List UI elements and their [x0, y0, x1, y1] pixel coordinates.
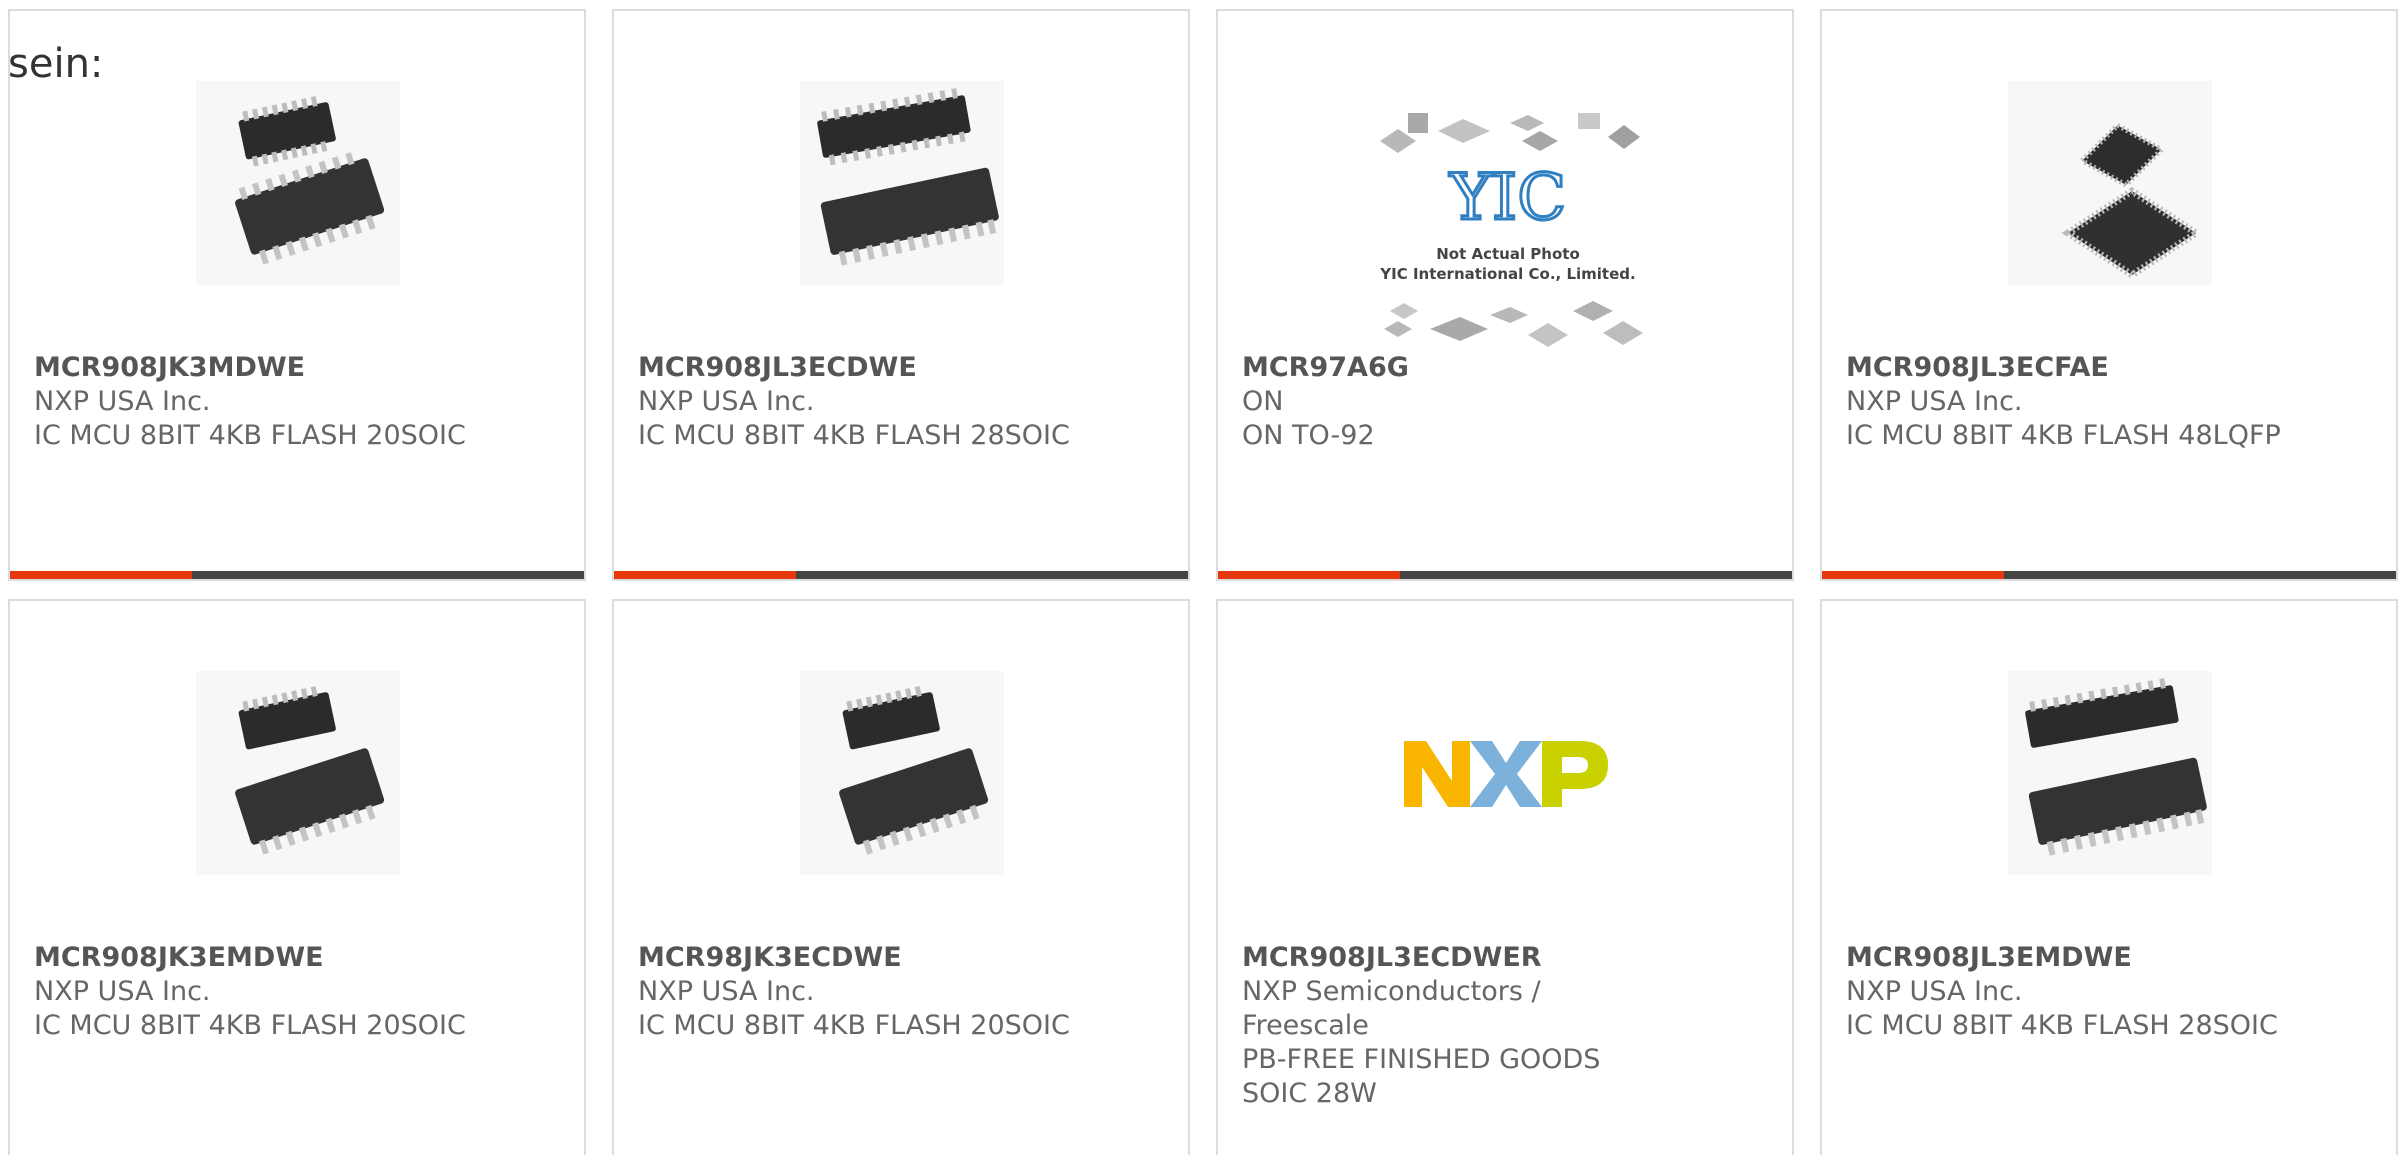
card-bar-accent: [1822, 571, 2004, 579]
product-info: MCR908JK3EMDWE NXP USA Inc. IC MCU 8BIT …: [34, 941, 564, 1043]
soic-chips-icon[interactable]: [196, 671, 400, 875]
product-info: MCR98JK3ECDWE NXP USA Inc. IC MCU 8BIT 4…: [638, 941, 1168, 1043]
nxp-logo-icon[interactable]: [1404, 671, 1608, 875]
part-number-link[interactable]: MCR908JL3EMDWE: [1846, 941, 2376, 975]
placeholder-company: YIC International Co., Limited.: [1379, 265, 1635, 283]
product-card[interactable]: YIC Not Actual Photo YIC International C…: [1216, 9, 1794, 581]
manufacturer: NXP USA Inc.: [638, 386, 815, 417]
product-info: MCR908JL3ECDWE NXP USA Inc. IC MCU 8BIT …: [638, 351, 1168, 453]
manufacturer: NXP USA Inc.: [34, 976, 211, 1007]
description: IC MCU 8BIT 4KB FLASH 48LQFP: [1846, 420, 2281, 451]
product-card[interactable]: MCR908JK3EMDWE NXP USA Inc. IC MCU 8BIT …: [8, 599, 586, 1155]
card-bar-accent: [614, 571, 796, 579]
card-bottom-bar: [1822, 571, 2396, 579]
part-number-link[interactable]: MCR908JL3ECDWER: [1242, 941, 1662, 975]
card-bottom-bar: [614, 571, 1188, 579]
card-bottom-bar: [10, 571, 584, 579]
description: IC MCU 8BIT 4KB FLASH 28SOIC: [638, 420, 1070, 451]
part-number-link[interactable]: MCR97A6G: [1242, 351, 1772, 385]
description: IC MCU 8BIT 4KB FLASH 20SOIC: [638, 1010, 1070, 1041]
manufacturer: NXP USA Inc.: [1846, 386, 2023, 417]
card-bar-accent: [1218, 571, 1400, 579]
product-card[interactable]: MCR98JK3ECDWE NXP USA Inc. IC MCU 8BIT 4…: [612, 599, 1190, 1155]
soic-chips-icon[interactable]: [196, 81, 400, 285]
product-info: MCR908JL3ECDWER NXP Semiconductors / Fre…: [1242, 941, 1662, 1111]
product-card[interactable]: MCR908JL3ECFAE NXP USA Inc. IC MCU 8BIT …: [1820, 9, 2398, 581]
product-info: MCR97A6G ON ON TO-92: [1242, 351, 1772, 453]
manufacturer: NXP USA Inc.: [638, 976, 815, 1007]
part-number-link[interactable]: MCR908JL3ECDWE: [638, 351, 1168, 385]
soic-chips-icon[interactable]: [800, 81, 1004, 285]
description: IC MCU 8BIT 4KB FLASH 20SOIC: [34, 420, 466, 451]
description: IC MCU 8BIT 4KB FLASH 20SOIC: [34, 1010, 466, 1041]
manufacturer: NXP USA Inc.: [34, 386, 211, 417]
product-info: MCR908JL3EMDWE NXP USA Inc. IC MCU 8BIT …: [1846, 941, 2376, 1043]
product-info: MCR908JL3ECFAE NXP USA Inc. IC MCU 8BIT …: [1846, 351, 2376, 453]
yic-placeholder-icon[interactable]: YIC Not Actual Photo YIC International C…: [1368, 101, 1648, 351]
yic-logo-text: YIC: [1449, 161, 1567, 235]
product-card[interactable]: MCR908JL3EMDWE NXP USA Inc. IC MCU 8BIT …: [1820, 599, 2398, 1155]
part-number-link[interactable]: MCR908JK3EMDWE: [34, 941, 564, 975]
manufacturer: NXP USA Inc.: [1846, 976, 2023, 1007]
description: ON TO-92: [1242, 420, 1375, 451]
lqfp-chips-icon[interactable]: [2008, 81, 2212, 285]
product-card[interactable]: MCR908JL3ECDWE NXP USA Inc. IC MCU 8BIT …: [612, 9, 1190, 581]
part-number-link[interactable]: MCR908JL3ECFAE: [1846, 351, 2376, 385]
product-info: MCR908JK3MDWE NXP USA Inc. IC MCU 8BIT 4…: [34, 351, 564, 453]
soic-chips-icon[interactable]: [800, 671, 1004, 875]
part-number-link[interactable]: MCR908JK3MDWE: [34, 351, 564, 385]
product-grid-page: sein: MCR908JK3MDWE NXP USA Inc. IC MCU …: [0, 0, 2400, 1155]
product-card[interactable]: MCR908JK3MDWE NXP USA Inc. IC MCU 8BIT 4…: [8, 9, 586, 581]
manufacturer: NXP Semiconductors / Freescale: [1242, 976, 1541, 1041]
product-card[interactable]: MCR908JL3ECDWER NXP Semiconductors / Fre…: [1216, 599, 1794, 1155]
manufacturer: ON: [1242, 386, 1284, 417]
card-bar-accent: [10, 571, 192, 579]
placeholder-caption: Not Actual Photo: [1436, 245, 1580, 263]
lead-text: sein:: [8, 41, 104, 87]
card-bottom-bar: [1218, 571, 1792, 579]
soic-chips-icon[interactable]: [2008, 671, 2212, 875]
description: IC MCU 8BIT 4KB FLASH 28SOIC: [1846, 1010, 2278, 1041]
description: PB-FREE FINISHED GOODS SOIC 28W: [1242, 1044, 1601, 1109]
part-number-link[interactable]: MCR98JK3ECDWE: [638, 941, 1168, 975]
